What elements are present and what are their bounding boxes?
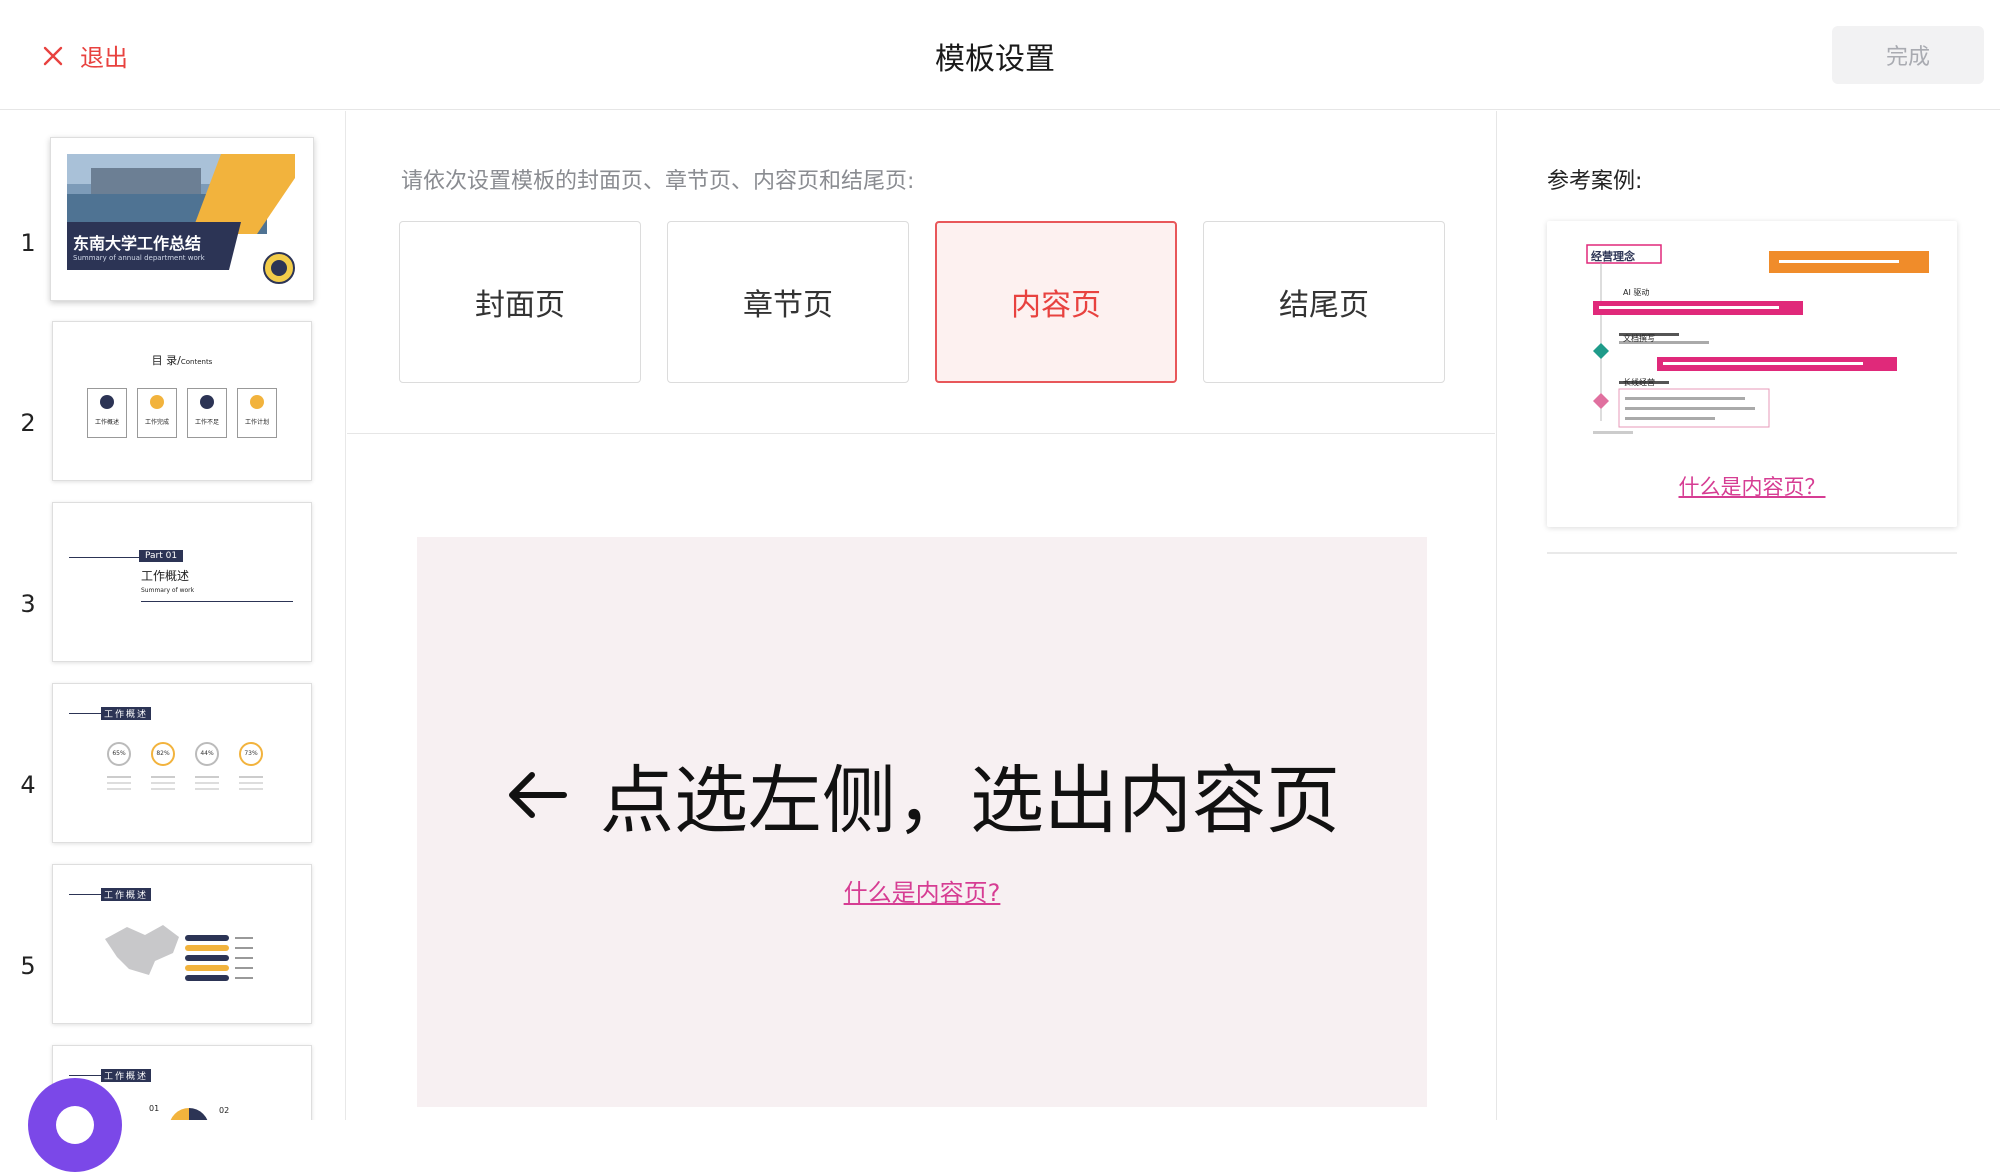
contents-item: 工作概述 bbox=[87, 388, 127, 438]
slide-item-3[interactable]: 3 Part 01 工作概述 Summary of work bbox=[0, 502, 345, 666]
preview-area: 点选左侧，选出内容页 什么是内容页? bbox=[417, 537, 1427, 1107]
reference-panel: 参考案例: 经营理念 AI 驱动 文档撰写 长线经营 什么是内容页？ bbox=[1496, 111, 2000, 1120]
arrow-left-icon bbox=[509, 771, 567, 818]
main-panel: 请依次设置模板的封面页、章节页、内容页和结尾页: 封面页 章节页 内容页 结尾页… bbox=[347, 111, 1495, 1120]
pie-graphic bbox=[169, 1108, 209, 1120]
slide-thumbnail[interactable]: 目 录/Contents 工作概述 工作完成 工作不足 工作计划 bbox=[52, 321, 312, 481]
slide-thumbnail[interactable]: 工作概述 65% 82% 44% 73% bbox=[52, 683, 312, 843]
page-type-selector: 封面页 章节页 内容页 结尾页 bbox=[399, 221, 1445, 383]
slide-number: 1 bbox=[20, 229, 36, 257]
slide-item-number: 02 bbox=[219, 1106, 230, 1115]
page-type-cover[interactable]: 封面页 bbox=[399, 221, 641, 383]
slide-item-4[interactable]: 4 工作概述 65% 82% 44% 73% bbox=[0, 683, 345, 847]
section-subtitle: Summary of work bbox=[141, 587, 195, 594]
slide-item-2[interactable]: 2 目 录/Contents 工作概述 工作完成 工作不足 工作计划 bbox=[0, 321, 345, 485]
slide-item-number: 01 bbox=[149, 1104, 160, 1113]
section-title: 工作概述 bbox=[141, 569, 190, 583]
contents-item: 工作完成 bbox=[137, 388, 177, 438]
page-title: 模板设置 bbox=[935, 42, 1055, 77]
slide-list: 1 东南大学工作总结 Summary of annual department … bbox=[0, 111, 346, 1120]
page-type-section[interactable]: 章节页 bbox=[667, 221, 909, 383]
stats-row: 65% 82% 44% 73% bbox=[107, 742, 265, 790]
instruction-text: 请依次设置模板的封面页、章节页、内容页和结尾页: bbox=[401, 169, 915, 194]
floating-assistant-button[interactable] bbox=[28, 1078, 122, 1172]
divider bbox=[1547, 552, 1957, 554]
contents-slide-title: 目 录/Contents bbox=[151, 354, 213, 367]
reference-sample-heading: 经营理念 bbox=[1591, 250, 1635, 263]
slide-item-5[interactable]: 5 工作概述 bbox=[0, 864, 345, 1028]
reference-sample-item: AI 驱动 bbox=[1623, 288, 1650, 297]
slide-number: 4 bbox=[20, 771, 36, 799]
stat-item: 82% bbox=[151, 742, 177, 790]
map-graphic bbox=[105, 925, 253, 981]
divider bbox=[347, 433, 1495, 434]
contents-slide-items: 工作概述 工作完成 工作不足 工作计划 bbox=[87, 388, 277, 438]
slide-number: 5 bbox=[20, 952, 36, 980]
cover-slide-subtitle: Summary of annual department work bbox=[73, 254, 205, 262]
section-rule-left bbox=[69, 557, 139, 558]
contents-item: 工作不足 bbox=[187, 388, 227, 438]
section-part-label: Part 01 bbox=[139, 550, 184, 562]
slide-heading: 工作概述 bbox=[101, 707, 152, 720]
slide-thumbnail[interactable]: 东南大学工作总结 Summary of annual department wo… bbox=[50, 137, 314, 301]
contents-item: 工作计划 bbox=[237, 388, 277, 438]
page-type-ending[interactable]: 结尾页 bbox=[1203, 221, 1445, 383]
cover-slide-title: 东南大学工作总结 bbox=[73, 234, 202, 253]
top-bar: 退出 模板设置 完成 bbox=[0, 0, 2000, 110]
reference-example-card[interactable]: 经营理念 AI 驱动 文档撰写 长线经营 什么是内容页？ bbox=[1547, 221, 1957, 527]
reference-label: 参考案例: bbox=[1547, 169, 1643, 194]
selection-hint: 点选左侧，选出内容页 bbox=[417, 741, 1427, 848]
done-button[interactable]: 完成 bbox=[1832, 26, 1984, 84]
stat-item: 44% bbox=[195, 742, 221, 790]
reference-sample-item: 长线经营 bbox=[1623, 378, 1655, 387]
slide-thumbnail[interactable]: Part 01 工作概述 Summary of work bbox=[52, 502, 312, 662]
page-type-content[interactable]: 内容页 bbox=[935, 221, 1177, 383]
slide-thumbnail[interactable]: 工作概述 bbox=[52, 864, 312, 1024]
cover-slide-preview bbox=[51, 138, 313, 300]
section-rule-right bbox=[141, 601, 293, 602]
slide-number: 3 bbox=[20, 590, 36, 618]
slide-heading: 工作概述 bbox=[101, 1069, 152, 1082]
hint-text: 点选左侧，选出内容页 bbox=[600, 758, 1340, 844]
stat-item: 73% bbox=[239, 742, 265, 790]
slide-item-1[interactable]: 1 东南大学工作总结 Summary of annual department … bbox=[0, 137, 345, 301]
stat-item: 65% bbox=[107, 742, 133, 790]
reference-sample-item: 文档撰写 bbox=[1623, 334, 1655, 343]
reference-what-is-content-page-link[interactable]: 什么是内容页？ bbox=[1547, 471, 1957, 501]
what-is-content-page-link[interactable]: 什么是内容页? bbox=[417, 873, 1427, 908]
slide-number: 2 bbox=[20, 409, 36, 437]
